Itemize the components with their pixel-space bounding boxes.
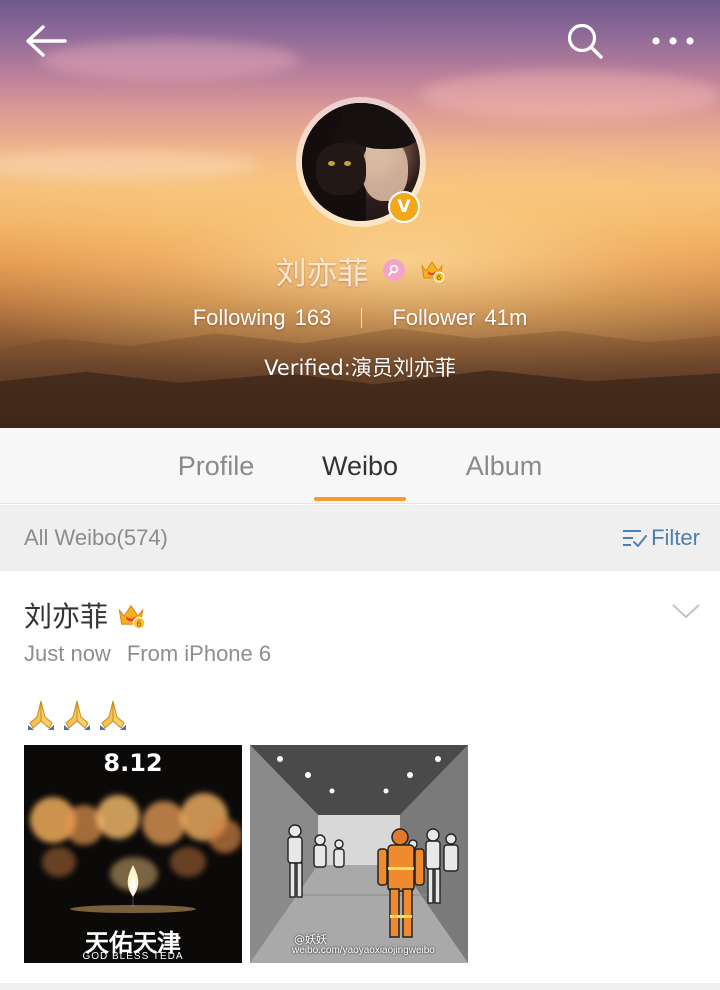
- follower-label: Follower: [392, 305, 476, 330]
- praying-hands-icon: [64, 700, 90, 730]
- tab-label: Weibo: [321, 450, 399, 481]
- follower-count: 41m: [484, 305, 528, 330]
- crown-level-icon[interactable]: 6: [116, 600, 146, 630]
- profile-cover: V 刘亦菲 6 Following 163 Follower 41m Verif…: [0, 0, 720, 428]
- cover-cloud: [40, 40, 300, 80]
- post-source: From iPhone 6: [126, 641, 272, 666]
- image-date-text: 8.12: [103, 749, 163, 777]
- svg-text:6: 6: [436, 274, 441, 282]
- following-label: Following: [192, 305, 286, 330]
- follow-stats: Following 163 Follower 41m: [0, 300, 720, 336]
- image-subcaption: GOD BLESS TEDA: [82, 951, 184, 962]
- tab-album[interactable]: Album: [432, 428, 576, 504]
- back-icon[interactable]: [22, 18, 68, 64]
- post-image-firefighter[interactable]: @妖妖 weibo.com/yaoyaoxiaojingweibo: [250, 745, 468, 963]
- verified-badge-icon: V: [388, 191, 420, 223]
- filter-icon: [623, 530, 648, 547]
- tab-label: Album: [465, 450, 543, 481]
- tunnel-illustration: [250, 745, 468, 963]
- member-icon[interactable]: [382, 259, 405, 281]
- tab-label: Profile: [177, 450, 255, 481]
- cover-cloud: [420, 70, 720, 120]
- post-text: [24, 697, 130, 731]
- more-icon[interactable]: [650, 18, 696, 64]
- active-tab-indicator: [314, 497, 406, 501]
- stat-divider: [361, 308, 363, 328]
- profile-name: 刘亦菲: [275, 255, 369, 292]
- filter-label: Filter: [651, 525, 700, 550]
- post-image-candle[interactable]: 8.12 天佑天津 GOD BLESS TEDA: [24, 745, 242, 963]
- filter-button[interactable]: Filter: [621, 525, 700, 551]
- crown-level-icon[interactable]: 6: [419, 257, 445, 283]
- image-url-watermark: weibo.com/yaoyaoxiaojingweibo: [292, 945, 435, 956]
- post-time: Just now: [24, 641, 111, 666]
- praying-hands-icon: [28, 700, 54, 730]
- chevron-down-icon[interactable]: [670, 601, 702, 621]
- follower-stat[interactable]: Follower 41m: [392, 305, 527, 331]
- svg-text:6: 6: [137, 620, 142, 629]
- post-divider: [0, 983, 720, 990]
- post-author[interactable]: 刘亦菲: [24, 595, 108, 635]
- praying-hands-icon: [100, 700, 126, 730]
- filter-bar: All Weibo(574) Filter: [0, 505, 720, 571]
- profile-name-row: 刘亦菲 6: [0, 248, 720, 292]
- following-count: 163: [294, 305, 332, 330]
- profile-tabs: Profile Weibo Album: [0, 428, 720, 504]
- weibo-post[interactable]: 刘亦菲 6 Just now From iPhone 6 8.12 天佑天津 G…: [0, 571, 720, 990]
- following-stat[interactable]: Following 163: [193, 305, 332, 331]
- tab-weibo[interactable]: Weibo: [288, 428, 432, 504]
- verified-description: Verified:演员刘亦菲: [264, 356, 456, 380]
- all-weibo-count: All Weibo(574): [24, 525, 168, 550]
- post-meta: Just now From iPhone 6: [24, 641, 271, 667]
- post-header: 刘亦菲 6: [24, 595, 146, 635]
- tab-profile[interactable]: Profile: [144, 428, 288, 504]
- search-icon[interactable]: [562, 18, 608, 64]
